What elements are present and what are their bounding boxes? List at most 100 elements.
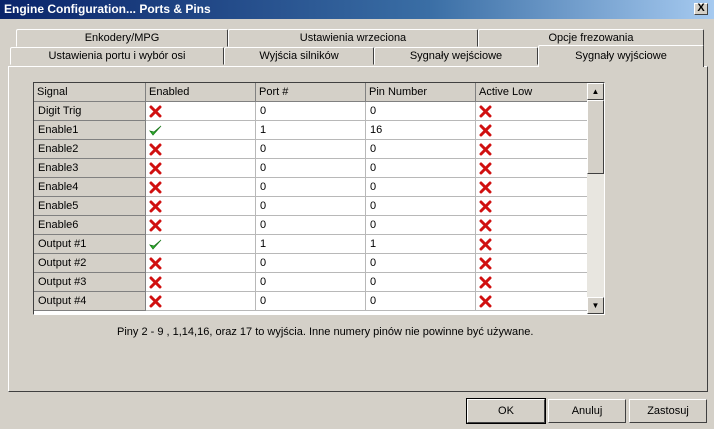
tab-ustawienia-portu[interactable]: Ustawienia portu i wybór osi xyxy=(10,47,224,65)
red-x-icon xyxy=(479,181,492,194)
port-cell[interactable]: 1 xyxy=(256,235,366,254)
enabled-cell[interactable] xyxy=(146,216,256,235)
active-low-cell[interactable] xyxy=(476,292,588,311)
close-button[interactable]: X xyxy=(694,3,708,15)
table-row[interactable]: Enable2 0 0 xyxy=(34,140,588,159)
active-low-cell[interactable] xyxy=(476,140,588,159)
red-x-icon xyxy=(149,219,162,232)
arrow-up-icon: ▲ xyxy=(591,87,600,96)
port-cell[interactable]: 0 xyxy=(256,140,366,159)
pin-number-cell[interactable]: 0 xyxy=(366,140,476,159)
red-x-icon xyxy=(479,105,492,118)
enabled-cell[interactable] xyxy=(146,254,256,273)
red-x-icon xyxy=(149,276,162,289)
signals-grid[interactable]: Signal Enabled Port # Pin Number Active … xyxy=(33,82,605,315)
signal-name-cell: Enable6 xyxy=(34,216,146,235)
table-row[interactable]: Enable1 1 16 xyxy=(34,121,588,140)
pin-number-cell[interactable]: 0 xyxy=(366,292,476,311)
enabled-cell[interactable] xyxy=(146,121,256,140)
table-row[interactable]: Enable5 0 0 xyxy=(34,197,588,216)
red-x-icon xyxy=(149,105,162,118)
signal-name-cell: Enable2 xyxy=(34,140,146,159)
pin-number-cell[interactable]: 0 xyxy=(366,273,476,292)
scroll-down-button[interactable]: ▼ xyxy=(587,297,604,314)
table-row[interactable]: Enable3 0 0 xyxy=(34,159,588,178)
port-cell[interactable]: 0 xyxy=(256,254,366,273)
table-row[interactable]: Output #1 1 1 xyxy=(34,235,588,254)
pin-number-cell[interactable]: 0 xyxy=(366,197,476,216)
grid-header: Signal Enabled Port # Pin Number Active … xyxy=(34,83,588,102)
active-low-cell[interactable] xyxy=(476,159,588,178)
enabled-cell[interactable] xyxy=(146,159,256,178)
tab-sygnaly-wyjsciowe[interactable]: Sygnały wyjściowe xyxy=(538,45,704,67)
enabled-cell[interactable] xyxy=(146,178,256,197)
pin-number-cell[interactable]: 0 xyxy=(366,178,476,197)
scroll-thumb[interactable] xyxy=(587,100,604,174)
signal-name-cell: Output #3 xyxy=(34,273,146,292)
column-header-active-low[interactable]: Active Low xyxy=(476,83,588,102)
active-low-cell[interactable] xyxy=(476,254,588,273)
enabled-cell[interactable] xyxy=(146,102,256,121)
port-cell[interactable]: 0 xyxy=(256,292,366,311)
port-cell[interactable]: 1 xyxy=(256,121,366,140)
pin-number-cell[interactable]: 0 xyxy=(366,159,476,178)
tab-enkodery-mpg[interactable]: Enkodery/MPG xyxy=(16,29,228,47)
table-row[interactable]: Output #4 0 0 xyxy=(34,292,588,311)
active-low-cell[interactable] xyxy=(476,102,588,121)
title-bar[interactable]: Engine Configuration... Ports & Pins X xyxy=(0,0,714,19)
active-low-cell[interactable] xyxy=(476,235,588,254)
ok-button[interactable]: OK xyxy=(466,398,546,424)
signal-name-cell: Enable4 xyxy=(34,178,146,197)
red-x-icon xyxy=(149,257,162,270)
enabled-cell[interactable] xyxy=(146,197,256,216)
enabled-cell[interactable] xyxy=(146,292,256,311)
port-cell[interactable]: 0 xyxy=(256,216,366,235)
column-header-port[interactable]: Port # xyxy=(256,83,366,102)
port-cell[interactable]: 0 xyxy=(256,102,366,121)
column-header-enabled[interactable]: Enabled xyxy=(146,83,256,102)
table-row[interactable]: Output #2 0 0 xyxy=(34,254,588,273)
port-cell[interactable]: 0 xyxy=(256,273,366,292)
apply-button[interactable]: Zastosuj xyxy=(629,399,707,423)
signal-name-cell: Enable3 xyxy=(34,159,146,178)
tab-wyjscia-silnikow[interactable]: Wyjścia silników xyxy=(224,47,374,65)
cancel-button[interactable]: Anuluj xyxy=(548,399,626,423)
pin-number-cell[interactable]: 0 xyxy=(366,254,476,273)
red-x-icon xyxy=(149,200,162,213)
pin-number-cell[interactable]: 16 xyxy=(366,121,476,140)
pin-number-cell[interactable]: 1 xyxy=(366,235,476,254)
tab-ustawienia-wrzeciona[interactable]: Ustawienia wrzeciona xyxy=(228,29,478,47)
tab-sygnaly-wejsciowe[interactable]: Sygnały wejściowe xyxy=(374,47,538,65)
arrow-down-icon: ▼ xyxy=(591,301,600,310)
column-header-signal[interactable]: Signal xyxy=(34,83,146,102)
table-row[interactable]: Digit Trig 0 0 xyxy=(34,102,588,121)
tab-label: Sygnały wyjściowe xyxy=(575,50,667,62)
close-icon: X xyxy=(697,2,705,14)
active-low-cell[interactable] xyxy=(476,121,588,140)
grid-scrollbar[interactable]: ▲ ▼ xyxy=(587,83,604,314)
table-row[interactable]: Enable4 0 0 xyxy=(34,178,588,197)
pin-number-cell[interactable]: 0 xyxy=(366,102,476,121)
port-cell[interactable]: 0 xyxy=(256,197,366,216)
red-x-icon xyxy=(149,143,162,156)
active-low-cell[interactable] xyxy=(476,273,588,292)
port-cell[interactable]: 0 xyxy=(256,159,366,178)
active-low-cell[interactable] xyxy=(476,197,588,216)
tab-label: Wyjścia silników xyxy=(259,50,339,62)
active-low-cell[interactable] xyxy=(476,178,588,197)
table-row[interactable]: Enable6 0 0 xyxy=(34,216,588,235)
table-row[interactable]: Output #3 0 0 xyxy=(34,273,588,292)
pin-info-note: Piny 2 - 9 , 1,14,16, oraz 17 to wyjścia… xyxy=(117,326,534,338)
red-x-icon xyxy=(149,181,162,194)
enabled-cell[interactable] xyxy=(146,273,256,292)
port-cell[interactable]: 0 xyxy=(256,178,366,197)
enabled-cell[interactable] xyxy=(146,140,256,159)
tab-label: Ustawienia wrzeciona xyxy=(299,32,407,44)
red-x-icon xyxy=(479,257,492,270)
enabled-cell[interactable] xyxy=(146,235,256,254)
scroll-up-button[interactable]: ▲ xyxy=(587,83,604,100)
active-low-cell[interactable] xyxy=(476,216,588,235)
red-x-icon xyxy=(479,276,492,289)
pin-number-cell[interactable]: 0 xyxy=(366,216,476,235)
column-header-pin-number[interactable]: Pin Number xyxy=(366,83,476,102)
